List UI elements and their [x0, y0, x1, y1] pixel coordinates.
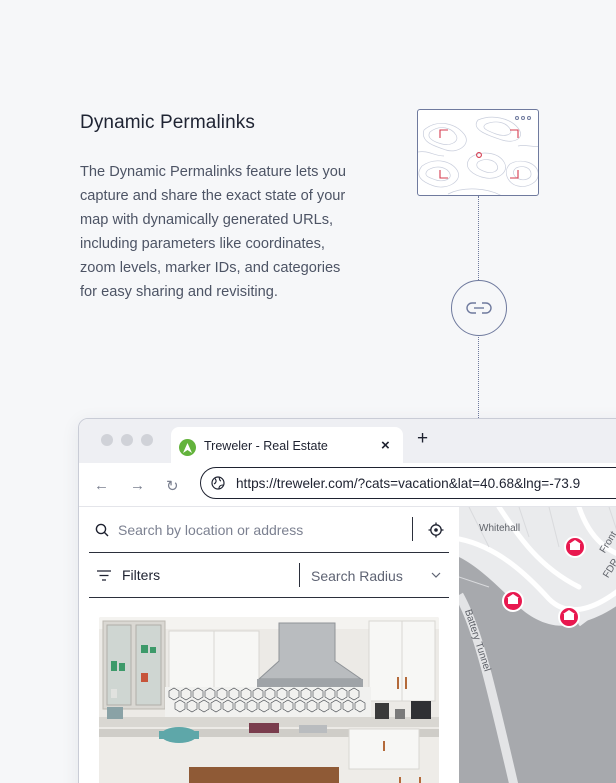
- filter-lines-icon: [97, 570, 111, 581]
- card-menu-dots: [515, 116, 531, 120]
- search-divider: [412, 517, 413, 541]
- minimize-window-button[interactable]: [121, 434, 133, 446]
- close-tab-button[interactable]: ×: [381, 437, 390, 454]
- filter-divider: [299, 563, 300, 587]
- tab-treweler[interactable]: Treweler - Real Estate ×: [171, 427, 403, 463]
- feature-description: The Dynamic Permalinks feature lets you …: [80, 164, 347, 300]
- browser-window: Treweler - Real Estate × + ← → ↻ https:/…: [78, 418, 616, 783]
- url-text: https://treweler.com/?cats=vacation&lat=…: [236, 476, 581, 491]
- close-window-button[interactable]: [101, 434, 113, 446]
- listing-panel: Search by location or address Filters Se…: [79, 507, 459, 783]
- address-bar[interactable]: https://treweler.com/?cats=vacation&lat=…: [200, 467, 616, 499]
- browser-toolbar: ← → ↻ https://treweler.com/?cats=vacatio…: [79, 463, 616, 507]
- filters-button[interactable]: Filters: [122, 567, 160, 583]
- globe-icon: [211, 476, 225, 490]
- search-radius-select[interactable]: Search Radius: [311, 568, 403, 584]
- search-icon: [95, 523, 109, 537]
- property-photo[interactable]: [99, 617, 439, 783]
- chevron-down-icon[interactable]: [431, 572, 441, 578]
- reload-button[interactable]: ↻: [166, 477, 179, 495]
- link-icon: [466, 302, 492, 314]
- window-controls: [101, 434, 153, 446]
- forward-button[interactable]: →: [130, 477, 145, 494]
- tab-bar: Treweler - Real Estate × +: [79, 419, 616, 463]
- new-tab-button[interactable]: +: [417, 428, 428, 450]
- maximize-window-button[interactable]: [141, 434, 153, 446]
- treweler-logo-icon: [179, 439, 196, 456]
- map-view[interactable]: Whitehall Front FDR Battery Tunnel: [459, 507, 616, 783]
- filter-row: Filters Search Radius: [89, 554, 449, 598]
- search-row: Search by location or address: [89, 507, 449, 553]
- search-input[interactable]: Search by location or address: [118, 522, 303, 538]
- back-button[interactable]: ←: [94, 477, 109, 494]
- crosshair-icon[interactable]: [428, 522, 444, 538]
- feature-title: Dynamic Permalinks: [80, 112, 255, 133]
- map-state-illustration: [417, 109, 539, 196]
- link-badge: [451, 280, 507, 336]
- tab-title: Treweler - Real Estate: [204, 439, 328, 453]
- map-label-whitehall: Whitehall: [479, 523, 521, 534]
